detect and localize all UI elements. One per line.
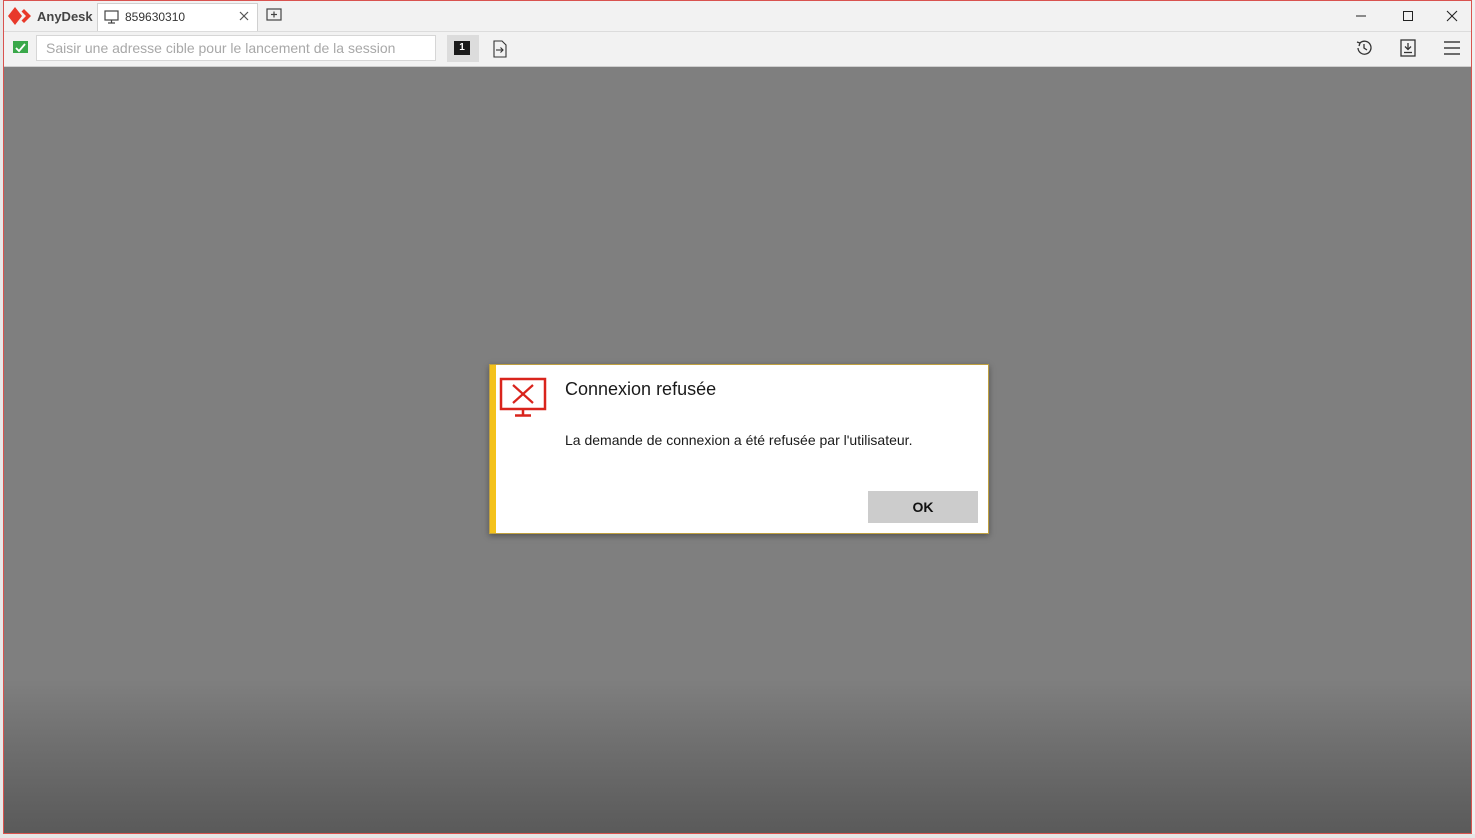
history-icon[interactable] xyxy=(1354,38,1374,58)
dialog-title: Connexion refusée xyxy=(565,379,717,399)
app-brand: AnyDesk xyxy=(8,6,93,26)
ok-button[interactable]: OK xyxy=(868,491,978,523)
tab-label: 859630310 xyxy=(125,10,186,24)
menu-icon[interactable] xyxy=(1442,38,1462,58)
taskbar-edge xyxy=(0,834,1475,838)
minimize-button[interactable] xyxy=(1348,5,1374,27)
dialog-accent-bar xyxy=(490,365,496,533)
title-bar: AnyDesk 859630310 xyxy=(4,1,1471,32)
toolbar: 1 xyxy=(4,32,1471,67)
file-transfer-icon[interactable] xyxy=(492,40,508,58)
session-count-badge: 1 xyxy=(454,41,470,55)
install-icon[interactable] xyxy=(1398,38,1418,58)
tab-session[interactable]: 859630310 xyxy=(97,3,258,31)
app-name: AnyDesk xyxy=(37,8,93,24)
monitor-icon xyxy=(104,10,119,24)
new-tab-icon[interactable] xyxy=(266,7,282,23)
connection-refused-dialog: Connexion refusée La demande de connexio… xyxy=(489,364,989,534)
close-button[interactable] xyxy=(1439,5,1465,27)
close-icon xyxy=(1446,10,1458,22)
connection-status-icon xyxy=(13,41,28,53)
maximize-button[interactable] xyxy=(1395,5,1421,27)
address-input[interactable] xyxy=(36,35,436,61)
session-badge-button[interactable]: 1 xyxy=(447,35,479,62)
minimize-icon xyxy=(1356,15,1366,17)
monitor-error-icon xyxy=(499,377,547,417)
dialog-message: La demande de connexion a été refusée pa… xyxy=(565,432,913,448)
anydesk-logo-icon xyxy=(8,7,31,25)
maximize-icon xyxy=(1403,11,1413,21)
tab-close-icon[interactable] xyxy=(237,9,251,23)
